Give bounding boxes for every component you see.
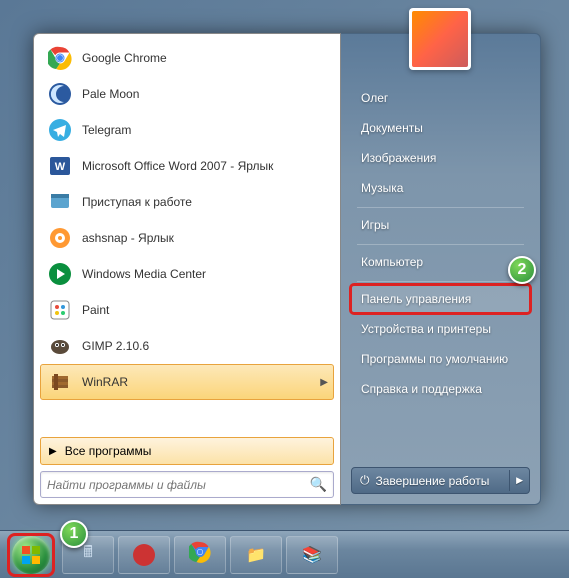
right-item-10[interactable]: Устройства и принтеры (351, 315, 530, 343)
separator (357, 207, 524, 208)
right-item-2[interactable]: Изображения (351, 144, 530, 172)
app-icon (46, 44, 74, 72)
start-menu: Google Chrome Pale Moon Telegram W Microsoft… (33, 33, 541, 505)
app-label: WinRAR (82, 375, 128, 389)
svg-text:W: W (55, 161, 66, 173)
right-item-0[interactable]: Олег (351, 84, 530, 112)
search-input[interactable] (47, 478, 310, 492)
shutdown-button[interactable]: ⏻ Завершение работы ▶ (351, 467, 530, 494)
app-label: Google Chrome (82, 51, 167, 65)
shutdown-main[interactable]: ⏻ Завершение работы (352, 468, 509, 493)
start-button[interactable] (4, 533, 58, 577)
power-icon: ⏻ (360, 473, 370, 488)
calculator-icon: 🖩 (83, 541, 93, 568)
taskbar-app-icon[interactable] (118, 536, 170, 574)
search-icon: 🔍 (310, 476, 327, 493)
app-icon (46, 368, 74, 396)
shutdown-label: Завершение работы (376, 474, 490, 488)
app-label: Telegram (82, 123, 131, 137)
right-item-12[interactable]: Справка и поддержка (351, 375, 530, 403)
right-item-11[interactable]: Программы по умолчанию (351, 345, 530, 373)
search-box[interactable]: 🔍 (40, 471, 334, 498)
arrow-right-icon: ▶ (49, 446, 57, 457)
taskbar-chrome-icon[interactable] (174, 536, 226, 574)
right-item-7[interactable]: Компьютер (351, 248, 530, 276)
app-item-3[interactable]: W Microsoft Office Word 2007 - Ярлык (40, 148, 334, 184)
app-label: Microsoft Office Word 2007 - Ярлык (82, 159, 273, 173)
flyout-arrow-icon: ▶ (320, 377, 328, 388)
all-programs-button[interactable]: ▶ Все программы (40, 437, 334, 465)
app-icon (46, 80, 74, 108)
app-label: ashsnap - Ярлык (82, 231, 174, 245)
right-menu-list: ОлегДокументыИзображенияМузыка Игры Компью… (351, 84, 530, 467)
app-label: Pale Moon (82, 87, 139, 101)
right-item-3[interactable]: Музыка (351, 174, 530, 202)
app-label: Windows Media Center (82, 267, 206, 281)
right-item-9[interactable]: Панель управления (351, 285, 530, 313)
app-icon (46, 260, 74, 288)
annotation-2: 2 (508, 256, 536, 284)
app-label: Приступая к работе (82, 195, 192, 209)
shutdown-options-arrow[interactable]: ▶ (509, 470, 529, 491)
app-icon: W (46, 152, 74, 180)
app-item-8[interactable]: GIMP 2.10.6 (40, 328, 334, 364)
start-left-panel: Google Chrome Pale Moon Telegram W Microsoft… (33, 33, 341, 505)
folder-icon: 📁 (246, 545, 266, 565)
taskbar-winrar-icon[interactable]: 📚 (286, 536, 338, 574)
app-item-1[interactable]: Pale Moon (40, 76, 334, 112)
app-item-4[interactable]: Приступая к работе (40, 184, 334, 220)
right-item-5[interactable]: Игры (351, 211, 530, 239)
annotation-ring-1 (7, 533, 55, 577)
app-icon (46, 332, 74, 360)
app-icon (46, 224, 74, 252)
red-app-icon (133, 544, 155, 566)
taskbar-folder-icon[interactable]: 📁 (230, 536, 282, 574)
app-icon (46, 116, 74, 144)
separator (357, 244, 524, 245)
avatar-image (412, 11, 468, 67)
chrome-icon (189, 541, 211, 568)
app-icon (46, 188, 74, 216)
app-icon (46, 296, 74, 324)
app-label: GIMP 2.10.6 (82, 339, 149, 353)
pinned-apps-list: Google Chrome Pale Moon Telegram W Microsoft… (40, 40, 334, 433)
app-item-7[interactable]: Paint (40, 292, 334, 328)
app-item-9[interactable]: WinRAR ▶ (40, 364, 334, 400)
separator (357, 281, 524, 282)
app-item-2[interactable]: Telegram (40, 112, 334, 148)
app-label: Paint (82, 303, 109, 317)
user-avatar[interactable] (409, 8, 471, 70)
annotation-1: 1 (60, 520, 88, 548)
winrar-icon: 📚 (302, 545, 322, 565)
app-item-5[interactable]: ashsnap - Ярлык (40, 220, 334, 256)
app-item-6[interactable]: Windows Media Center (40, 256, 334, 292)
all-programs-label: Все программы (65, 444, 152, 458)
app-item-0[interactable]: Google Chrome (40, 40, 334, 76)
right-item-1[interactable]: Документы (351, 114, 530, 142)
